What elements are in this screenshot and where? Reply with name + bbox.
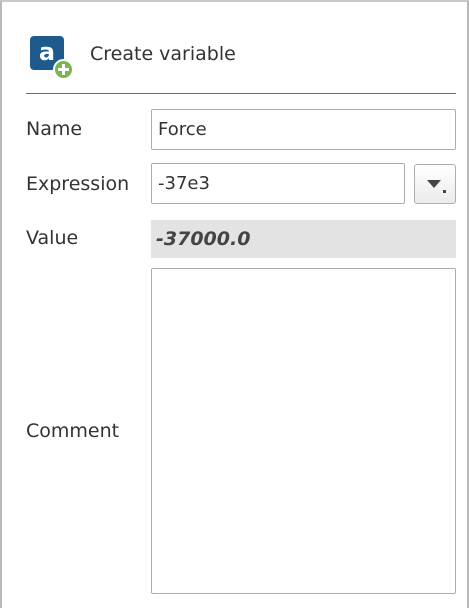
comment-label: Comment: [26, 420, 120, 442]
dialog-header: a Create variable: [26, 32, 236, 80]
name-label: Name: [26, 118, 83, 140]
expression-input[interactable]: [151, 163, 405, 204]
add-plus-icon: [53, 59, 74, 80]
comment-textarea[interactable]: [151, 268, 456, 594]
expression-label: Expression: [26, 173, 130, 195]
dropdown-dot-icon: [443, 190, 446, 193]
chevron-down-icon: [427, 180, 441, 188]
expression-dropdown-button[interactable]: [414, 164, 456, 204]
header-divider: [26, 93, 456, 94]
value-label: Value: [26, 227, 79, 249]
dialog-title: Create variable: [90, 43, 236, 65]
create-variable-panel: a Create variable Name Expression Value …: [0, 0, 469, 608]
value-readout: -37000.0: [151, 220, 456, 258]
name-input[interactable]: [151, 109, 456, 150]
create-variable-icon: a: [26, 32, 78, 80]
